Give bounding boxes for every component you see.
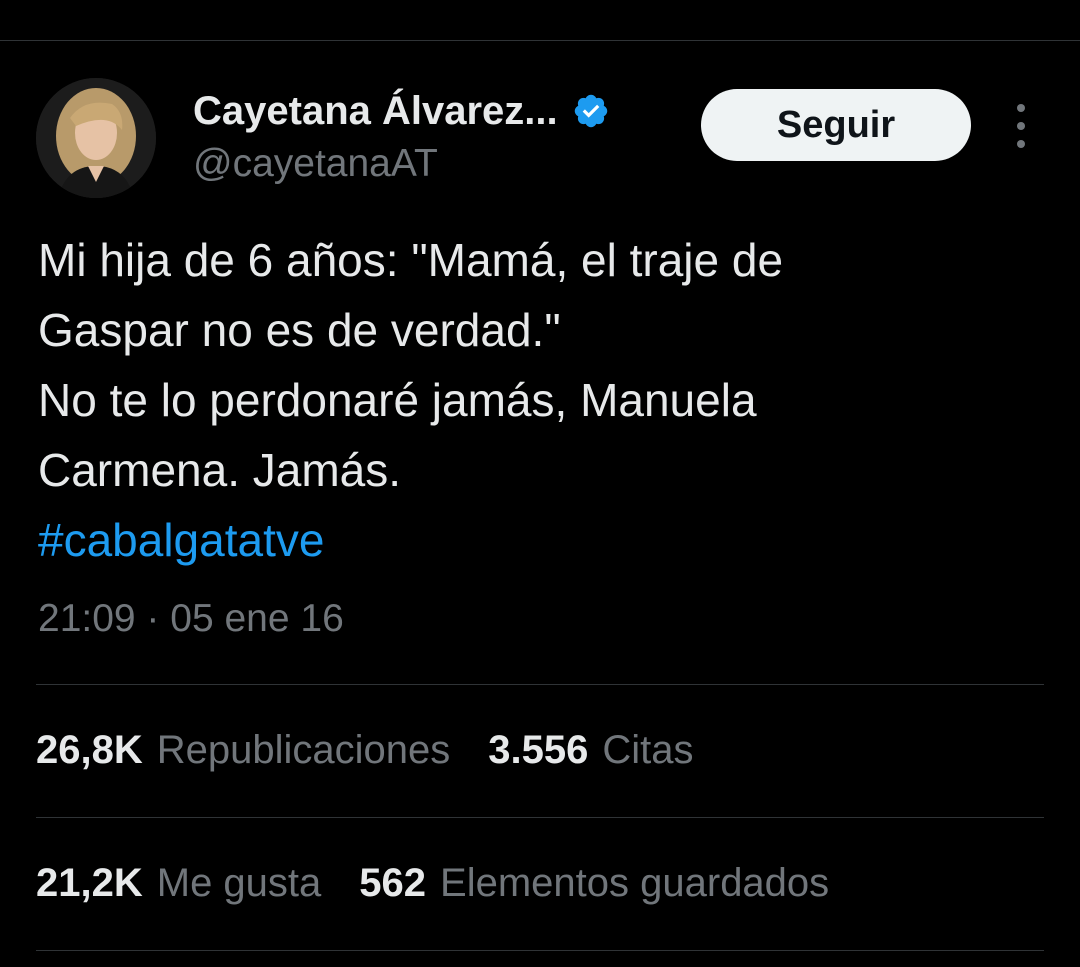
follow-button[interactable]: Seguir xyxy=(701,89,971,161)
verified-badge-icon xyxy=(572,92,610,130)
tweet-text-line: Gaspar no es de verdad." xyxy=(38,304,561,356)
quotes-stat[interactable]: 3.556 Citas xyxy=(488,728,693,773)
reposts-label: Republicaciones xyxy=(156,728,451,772)
hashtag-link[interactable]: #cabalgatatve xyxy=(38,505,1038,575)
stats-divider-middle xyxy=(36,817,1044,818)
user-handle[interactable]: @cayetanaAT xyxy=(193,142,438,186)
tweet-header: Cayetana Álvarez... @cayetanaAT Seguir xyxy=(36,78,1046,198)
tweet-text: Mi hija de 6 años: "Mamá, el traje de Ga… xyxy=(38,225,1038,575)
more-dot xyxy=(1017,140,1025,148)
stats-divider-top xyxy=(36,684,1044,685)
quotes-count: 3.556 xyxy=(488,728,589,772)
more-dot xyxy=(1017,122,1025,130)
likes-stat[interactable]: 21,2K Me gusta xyxy=(36,861,321,906)
reposts-count: 26,8K xyxy=(36,728,143,772)
stats-divider-bottom xyxy=(36,950,1044,951)
likes-count: 21,2K xyxy=(36,861,143,905)
reposts-stat[interactable]: 26,8K Republicaciones xyxy=(36,728,450,773)
avatar-image xyxy=(36,78,156,198)
bookmarks-label: Elementos guardados xyxy=(440,861,830,905)
name-row: Cayetana Álvarez... xyxy=(193,86,610,136)
quotes-label: Citas xyxy=(602,728,694,772)
stats-row-reposts-quotes: 26,8K Republicaciones 3.556 Citas xyxy=(36,728,732,773)
more-dot xyxy=(1017,104,1025,112)
more-options-icon[interactable] xyxy=(1006,104,1036,148)
likes-label: Me gusta xyxy=(156,861,322,905)
tweet-text-line: Carmena. Jamás. xyxy=(38,444,402,496)
bookmarks-count: 562 xyxy=(359,861,427,905)
tweet-timestamp[interactable]: 21:09 · 05 ene 16 xyxy=(38,597,344,641)
tweet-text-line: Mi hija de 6 años: "Mamá, el traje de xyxy=(38,234,784,286)
avatar[interactable] xyxy=(36,78,156,198)
display-name[interactable]: Cayetana Álvarez... xyxy=(193,89,558,134)
tweet-text-line: No te lo perdonaré jamás, Manuela xyxy=(38,374,757,426)
bookmarks-stat[interactable]: 562 Elementos guardados xyxy=(359,861,829,906)
stats-row-likes-bookmarks: 21,2K Me gusta 562 Elementos guardados xyxy=(36,861,867,906)
top-divider xyxy=(0,40,1080,41)
